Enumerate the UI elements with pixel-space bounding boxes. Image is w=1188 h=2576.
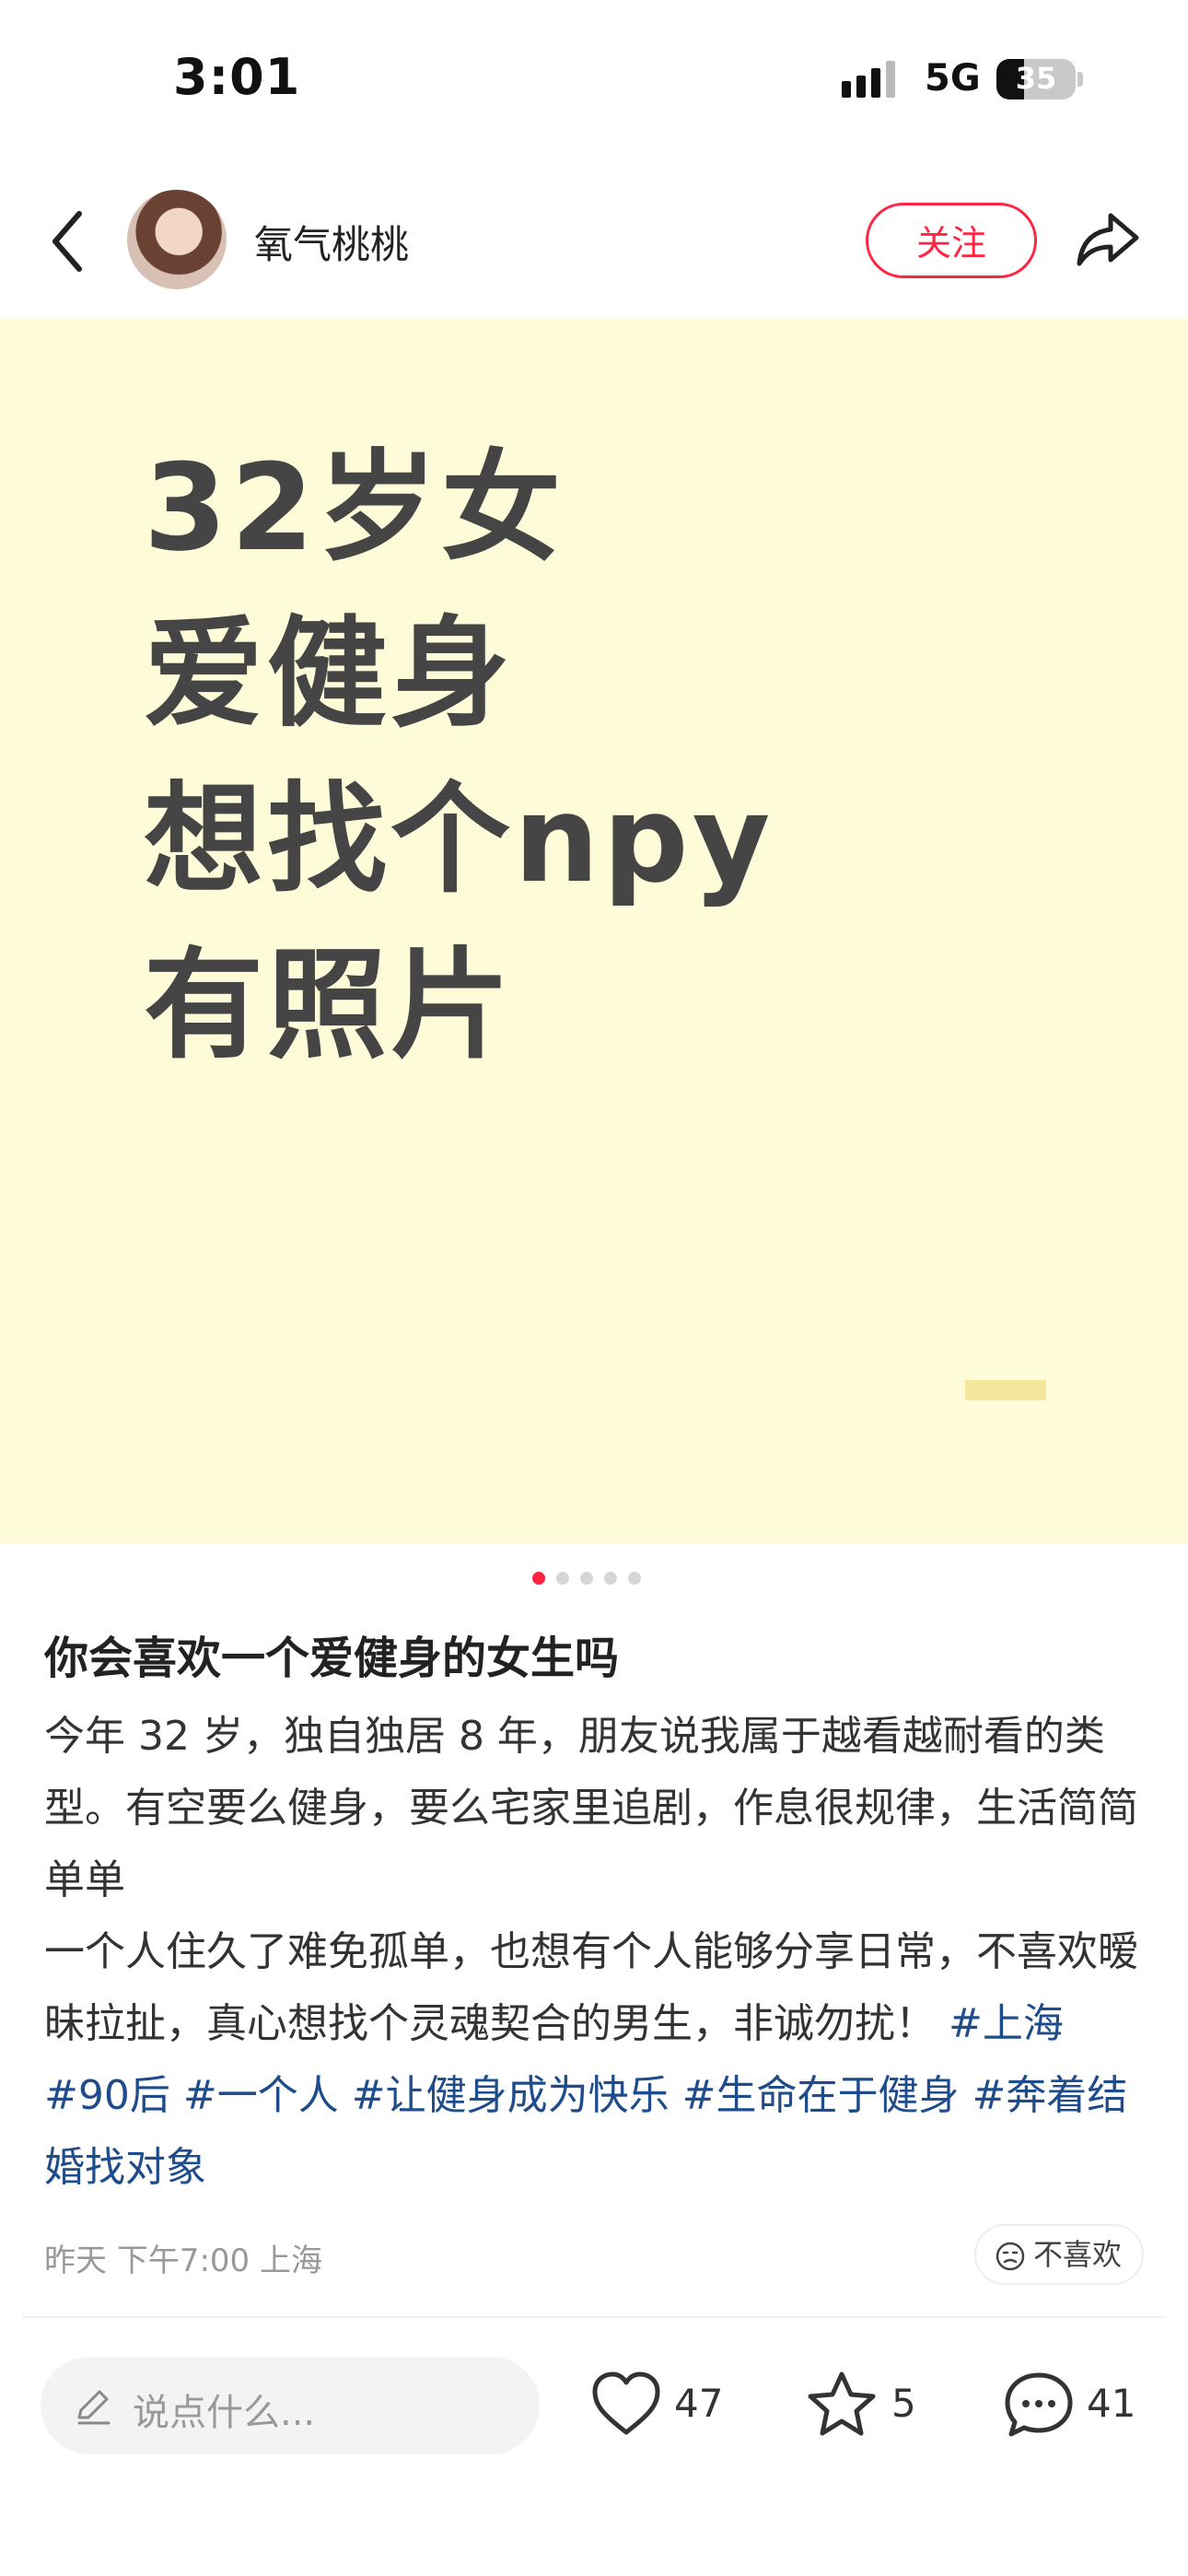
pencil-icon xyxy=(77,2390,111,2425)
image-decoration xyxy=(965,1380,1046,1400)
follow-button[interactable]: 关注 xyxy=(866,203,1037,278)
carousel-dot xyxy=(556,1572,569,1585)
carousel-dot xyxy=(580,1572,593,1585)
comment-placeholder: 说点什么... xyxy=(133,2392,316,2434)
post-meta: 昨天 下午7:00 上海 xyxy=(44,2242,322,2279)
post-title: 你会喜欢一个爱健身的女生吗 xyxy=(44,1633,620,1684)
post-body-paragraph: 今年 32 岁，独自独居 8 年，朋友说我属于越看越耐看的类型。有空要么健身，要… xyxy=(44,1713,1138,1903)
back-button[interactable] xyxy=(44,205,90,278)
hashtag-link[interactable]: #让健身成为快乐 xyxy=(352,2072,670,2119)
share-icon xyxy=(1077,213,1139,266)
hashtag-link[interactable]: #上海 xyxy=(949,2000,1064,2047)
collect-count: 5 xyxy=(891,2381,916,2426)
hero-text-line: 32岁女 xyxy=(144,438,565,578)
comment-button[interactable] xyxy=(1002,2370,1076,2443)
heart-icon xyxy=(592,2371,660,2435)
carousel-dot xyxy=(628,1572,641,1585)
carousel-dot xyxy=(604,1572,617,1585)
signal-icon xyxy=(842,61,906,101)
post-image[interactable]: 32岁女 爱健身 想找个npy 有照片 xyxy=(0,319,1188,1544)
status-time: 3:01 xyxy=(173,48,301,106)
divider xyxy=(22,2316,1166,2318)
like-count: 47 xyxy=(674,2381,724,2426)
network-label: 5G xyxy=(925,57,981,100)
battery-icon: 35 xyxy=(996,59,1076,100)
dislike-button[interactable]: 不喜欢 xyxy=(974,2224,1144,2285)
hashtag-link[interactable]: #90后 xyxy=(44,2072,170,2119)
collect-button[interactable] xyxy=(805,2370,879,2443)
hashtag-link[interactable]: #生命在于健身 xyxy=(682,2072,960,2119)
hero-text-line: 有照片 xyxy=(144,935,515,1075)
carousel-dot-active xyxy=(532,1572,545,1585)
comment-input[interactable]: 说点什么... xyxy=(41,2357,540,2454)
hero-text-line: 爱健身 xyxy=(144,603,515,744)
like-button[interactable] xyxy=(589,2370,663,2443)
neutral-face-icon xyxy=(996,2242,1025,2271)
dislike-label: 不喜欢 xyxy=(1033,2237,1123,2272)
avatar[interactable] xyxy=(127,190,227,289)
battery-level: 35 xyxy=(1015,61,1057,96)
comment-bubble-icon xyxy=(1005,2372,1073,2437)
hashtag-link[interactable]: #一个人 xyxy=(183,2072,339,2119)
username[interactable]: 氧气桃桃 xyxy=(254,214,409,270)
share-button[interactable] xyxy=(1074,205,1142,273)
battery-tip xyxy=(1077,72,1083,87)
chevron-left-icon xyxy=(52,211,82,272)
hero-text-line: 想找个npy xyxy=(144,769,775,909)
star-icon xyxy=(808,2371,876,2436)
comment-count: 41 xyxy=(1087,2381,1136,2426)
post-body: 今年 32 岁，独自独居 8 年，朋友说我属于越看越耐看的类型。有空要么健身，要… xyxy=(44,1701,1149,2204)
